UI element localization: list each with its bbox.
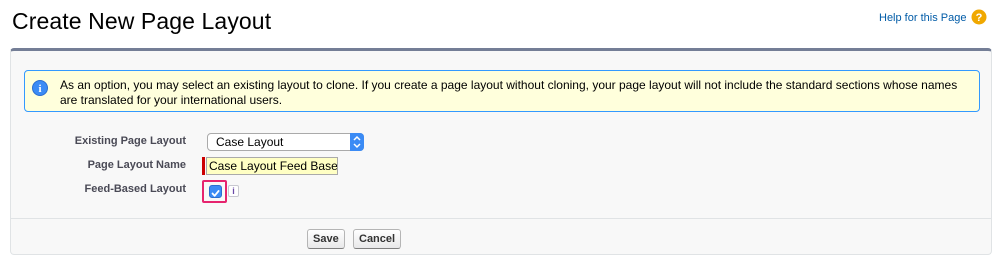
help-link[interactable]: Help for this Page: [879, 12, 966, 24]
info-message-box: i As an option, you may select an existi…: [24, 70, 980, 112]
button-divider: [11, 218, 991, 219]
layout-name-label: Page Layout Name: [87, 159, 186, 171]
feed-based-label: Feed-Based Layout: [84, 183, 186, 195]
info-message-text: As an option, you may select an existing…: [60, 78, 958, 107]
existing-layout-value: Case Layout: [216, 135, 284, 149]
svg-text:?: ?: [976, 12, 983, 24]
cancel-button[interactable]: Cancel: [353, 229, 402, 249]
checkmark-icon: [211, 190, 220, 197]
feed-based-checkbox[interactable]: [209, 185, 222, 198]
info-icon: i: [32, 80, 48, 96]
svg-text:i: i: [38, 83, 41, 95]
existing-layout-select[interactable]: Case Layout: [207, 133, 364, 151]
existing-layout-label: Existing Page Layout: [74, 135, 186, 147]
required-indicator: [202, 157, 205, 175]
page-layout-panel: i As an option, you may select an existi…: [10, 48, 992, 255]
save-button[interactable]: Save: [307, 229, 345, 249]
feed-based-info-icon[interactable]: i: [228, 185, 239, 197]
layout-name-input[interactable]: Case Layout Feed Based: [206, 157, 338, 175]
help-icon[interactable]: ?: [971, 9, 987, 25]
page-title: Create New Page Layout: [12, 8, 272, 34]
select-arrows-icon: [350, 133, 364, 151]
